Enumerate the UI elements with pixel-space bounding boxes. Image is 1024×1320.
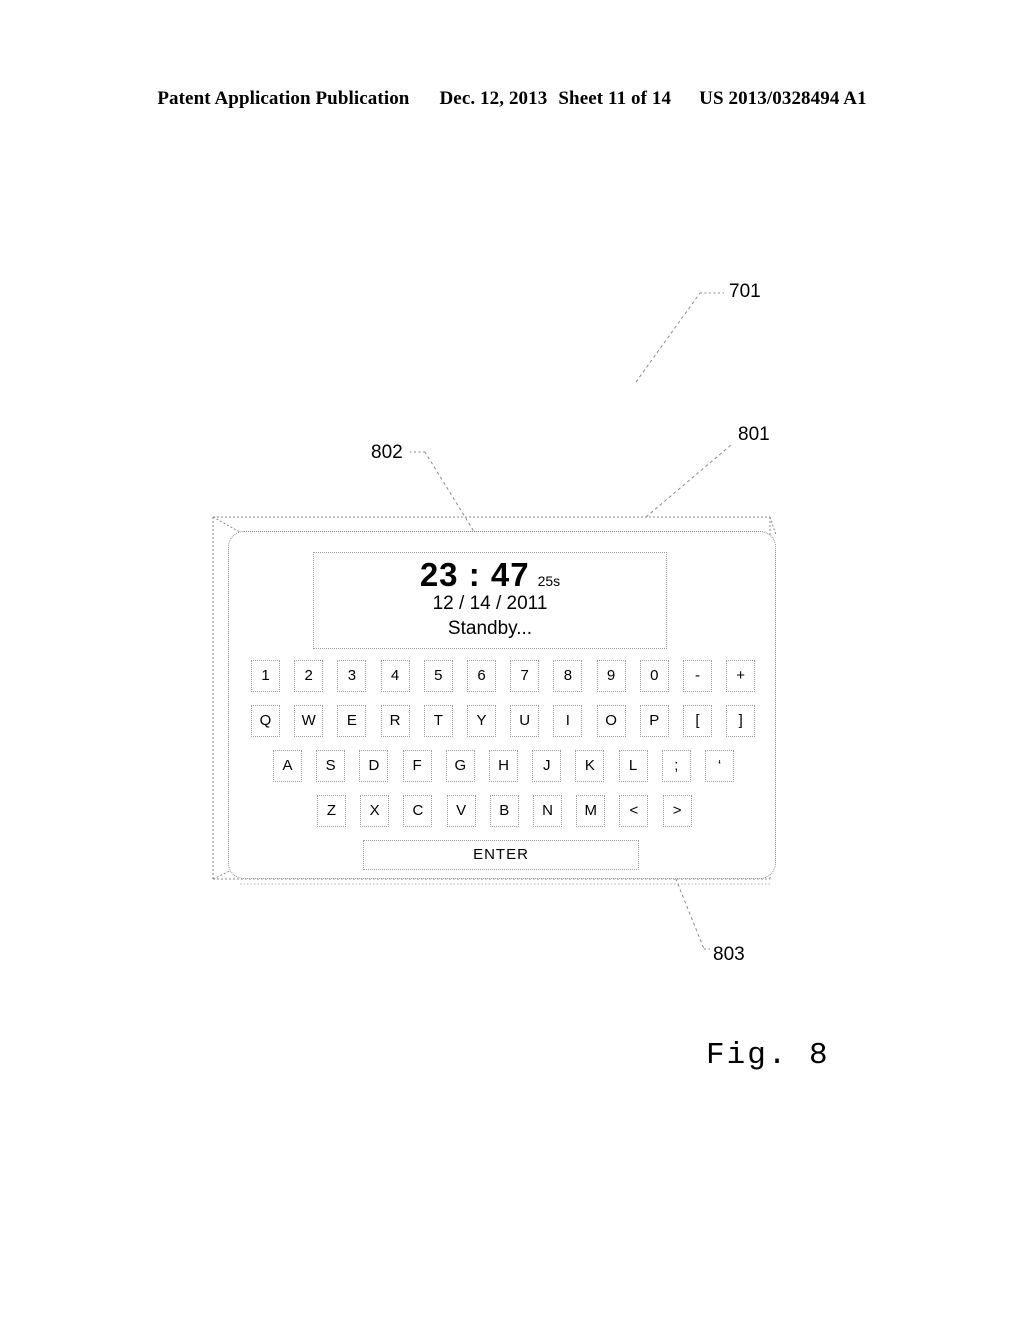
key-qwerty-row-1[interactable]: W	[294, 705, 324, 737]
key-number-row-9[interactable]: 0	[639, 660, 669, 692]
key-home-row-2[interactable]: D	[359, 750, 389, 782]
reference-numeral-801: 801	[738, 424, 770, 445]
device-keyboard[interactable]: 1 2 3 4 5 6 7 8 9 0- + Q W E R T Y U I O P [] A S D F G H J K L; ‘ ZX…	[229, 660, 777, 870]
key-qwerty-row-2[interactable]: E	[337, 705, 367, 737]
key-number-row-10[interactable]: -	[683, 660, 712, 692]
key-home-row-7[interactable]: K	[575, 750, 605, 782]
key-number-row-6[interactable]: 7	[510, 660, 540, 692]
key-bottom-row-1[interactable]: X	[360, 795, 390, 827]
key-qwerty-row-4[interactable]: T	[423, 705, 453, 737]
key-number-row-1[interactable]: 2	[294, 660, 324, 692]
keyboard-row-qwerty: Q W E R T Y U I O P []	[229, 705, 777, 737]
key-home-row-6[interactable]: J	[532, 750, 562, 782]
display-time: 23 : 47	[419, 556, 530, 593]
keyboard-row-number: 1 2 3 4 5 6 7 8 9 0- +	[229, 660, 777, 692]
key-number-row-8[interactable]: 9	[596, 660, 626, 692]
key-bottom-row-4[interactable]: B	[489, 795, 519, 827]
keyboard-row-enter: ENTER	[229, 840, 777, 870]
key-qwerty-row-11[interactable]: ]	[726, 705, 756, 737]
key-bottom-row-5[interactable]: N	[533, 795, 562, 827]
patent-figure-8: 23 : 47 25s 12 / 14 / 2011 Standby... 123…	[0, 0, 1024, 1320]
key-enter[interactable]: ENTER	[363, 840, 639, 870]
key-qwerty-row-6[interactable]: U	[510, 705, 540, 737]
device-body: 23 : 47 25s 12 / 14 / 2011 Standby... 123…	[228, 531, 776, 879]
key-number-row-11[interactable]: +	[726, 660, 756, 692]
keyboard-row-bottom: Z X C V B N M < >	[229, 795, 777, 827]
key-qwerty-row-9[interactable]: P	[639, 705, 669, 737]
keyboard-row-home: A S D F G H J K L; ‘	[229, 750, 777, 782]
key-qwerty-row-0[interactable]: Q	[251, 705, 280, 737]
leader-line-701	[635, 292, 724, 383]
key-number-row-4[interactable]: 5	[423, 660, 453, 692]
key-number-row-7[interactable]: 8	[553, 660, 583, 692]
device-display-screen: 23 : 47 25s 12 / 14 / 2011 Standby...	[313, 552, 667, 649]
key-bottom-row-6[interactable]: M	[576, 795, 606, 827]
key-home-row-9[interactable]: ;	[661, 750, 691, 782]
reference-numeral-701: 701	[729, 281, 761, 302]
key-bottom-row-2[interactable]: C	[403, 795, 433, 827]
figure-caption: Fig. 8	[706, 1038, 830, 1073]
key-number-row-2[interactable]: 3	[337, 660, 367, 692]
key-bottom-row-8[interactable]: >	[662, 795, 692, 827]
key-bottom-row-7[interactable]: <	[619, 795, 649, 827]
key-home-row-10[interactable]: ‘	[705, 750, 734, 782]
key-home-row-4[interactable]: G	[445, 750, 475, 782]
key-qwerty-row-10[interactable]: [	[683, 705, 712, 737]
key-number-row-0[interactable]: 1	[251, 660, 280, 692]
key-number-row-3[interactable]: 4	[380, 660, 410, 692]
reference-numeral-803: 803	[713, 944, 745, 965]
reference-numeral-802: 802	[371, 442, 403, 463]
key-bottom-row-0[interactable]: Z	[317, 795, 346, 827]
key-qwerty-row-3[interactable]: R	[380, 705, 410, 737]
key-qwerty-row-5[interactable]: Y	[467, 705, 496, 737]
display-seconds: 25s	[537, 573, 561, 589]
key-home-row-5[interactable]: H	[489, 750, 518, 782]
key-home-row-1[interactable]: S	[316, 750, 346, 782]
display-status: Standby...	[447, 617, 533, 639]
leader-line-801	[645, 444, 732, 518]
display-date: 12 / 14 / 2011	[432, 593, 548, 614]
key-home-row-0[interactable]: A	[273, 750, 302, 782]
key-home-row-8[interactable]: L	[618, 750, 648, 782]
display-time-row: 23 : 47 25s	[314, 558, 666, 591]
key-home-row-3[interactable]: F	[402, 750, 432, 782]
key-qwerty-row-8[interactable]: O	[596, 705, 626, 737]
key-number-row-5[interactable]: 6	[467, 660, 496, 692]
key-qwerty-row-7[interactable]: I	[553, 705, 583, 737]
key-bottom-row-3[interactable]: V	[446, 795, 476, 827]
